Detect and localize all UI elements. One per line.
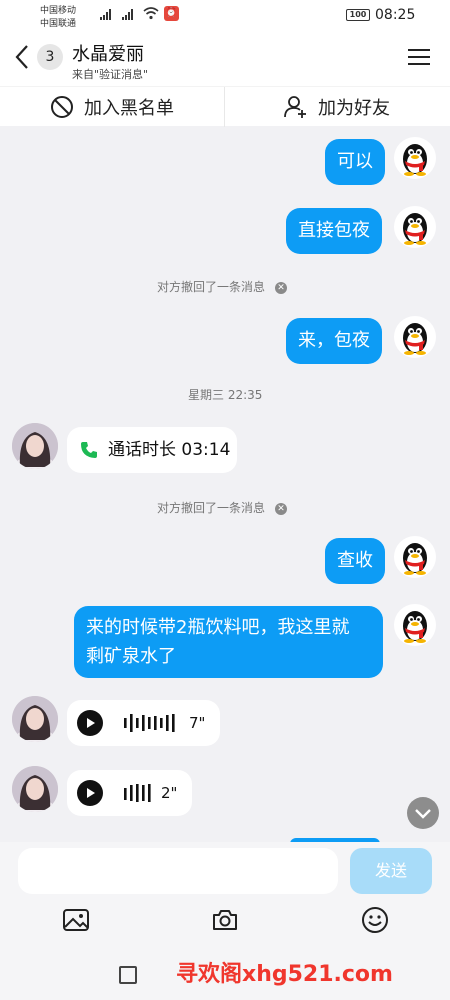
send-button[interactable]: 发送 [350, 848, 432, 894]
add-to-blacklist-button[interactable]: 加入黑名单 [50, 87, 174, 127]
voice-message-bubble[interactable]: 7" [67, 700, 220, 746]
back-arrow-icon[interactable] [14, 44, 30, 70]
message-bubble-outgoing[interactable]: 可以 [325, 139, 385, 185]
emoji-icon[interactable] [361, 906, 389, 934]
add-to-blacklist-label: 加入黑名单 [84, 98, 174, 119]
penguin-avatar-icon [403, 611, 427, 643]
unread-count-badge[interactable]: 3 [37, 44, 63, 70]
recall-notice-text: 对方撤回了一条消息 [157, 501, 266, 515]
close-icon[interactable]: ✕ [275, 503, 288, 515]
contact-photo-icon [12, 766, 58, 812]
message-input[interactable] [18, 848, 338, 894]
play-icon[interactable] [77, 780, 103, 806]
recent-apps-button[interactable] [119, 966, 137, 984]
add-person-icon [284, 96, 306, 118]
waveform-icon [124, 714, 175, 732]
contact-avatar[interactable] [12, 696, 58, 742]
penguin-avatar-icon [403, 213, 427, 245]
call-record-bubble[interactable]: 通话时长 03:14 [67, 427, 237, 473]
wifi-icon [143, 7, 159, 20]
carrier-1-label: 中国移动 [40, 6, 77, 16]
contact-source: 来自"验证消息" [72, 68, 149, 81]
timestamp: 星期三 22:35 [188, 388, 263, 402]
message-bubble-outgoing[interactable]: 查收 [325, 538, 385, 584]
carrier-2-label: 中国联通 [40, 19, 77, 29]
play-icon[interactable] [77, 710, 103, 736]
voice-duration: 2" [161, 784, 178, 802]
image-icon[interactable] [62, 906, 90, 934]
close-icon[interactable]: ✕ [275, 282, 288, 294]
contact-avatar[interactable] [12, 423, 58, 469]
signal-2-icon [122, 8, 133, 20]
status-bar: 中国移动 中国联通 ⏰ 100 08:25 [0, 0, 450, 30]
waveform-icon [124, 784, 151, 802]
penguin-avatar-icon [403, 543, 427, 575]
notification-icon: ⏰ [164, 6, 179, 21]
message-bubble-outgoing[interactable]: 来，包夜 [286, 318, 382, 364]
penguin-avatar-icon [403, 323, 427, 355]
camera-icon[interactable] [211, 906, 239, 934]
block-icon [51, 96, 73, 118]
penguin-avatar-icon [403, 144, 427, 176]
call-duration-label: 通话时长 03:14 [108, 440, 231, 460]
message-line: 来的时候带2瓶饮料吧，我这里就 [86, 617, 350, 638]
chat-header: 3 水晶爱丽 来自"验证消息" [0, 30, 450, 86]
contact-photo-icon [12, 696, 58, 742]
chevron-down-icon [415, 809, 431, 819]
action-bar: 加入黑名单 加为好友 [0, 86, 450, 127]
voice-duration: 7" [189, 714, 206, 732]
contact-avatar[interactable] [12, 766, 58, 812]
add-friend-label: 加为好友 [318, 98, 390, 119]
contact-name: 水晶爱丽 [72, 44, 144, 65]
my-avatar[interactable] [394, 536, 436, 578]
scroll-to-bottom-button[interactable] [407, 797, 439, 829]
menu-icon[interactable] [408, 48, 430, 66]
my-avatar[interactable] [394, 137, 436, 179]
my-avatar[interactable] [394, 316, 436, 358]
phone-icon [81, 442, 97, 458]
add-friend-button[interactable]: 加为好友 [284, 87, 390, 127]
voice-message-bubble[interactable]: 2" [67, 770, 192, 816]
battery-icon: 100 [346, 9, 370, 21]
recall-notice: 对方撤回了一条消息 ✕ [157, 499, 288, 516]
my-avatar[interactable] [394, 604, 436, 646]
message-bubble-outgoing[interactable]: 直接包夜 [286, 208, 382, 254]
signal-1-icon [100, 8, 111, 20]
message-line: 剩矿泉水了 [86, 646, 176, 667]
my-avatar[interactable] [394, 206, 436, 248]
divider [224, 87, 225, 127]
recall-notice-text: 对方撤回了一条消息 [157, 280, 266, 294]
watermark-text: 寻欢阁xhg521.com [176, 962, 393, 987]
contact-photo-icon [12, 423, 58, 469]
message-bubble-outgoing[interactable]: 来的时候带2瓶饮料吧，我这里就 剩矿泉水了 [74, 606, 383, 678]
recall-notice: 对方撤回了一条消息 ✕ [157, 278, 288, 295]
clock: 08:25 [375, 7, 416, 23]
